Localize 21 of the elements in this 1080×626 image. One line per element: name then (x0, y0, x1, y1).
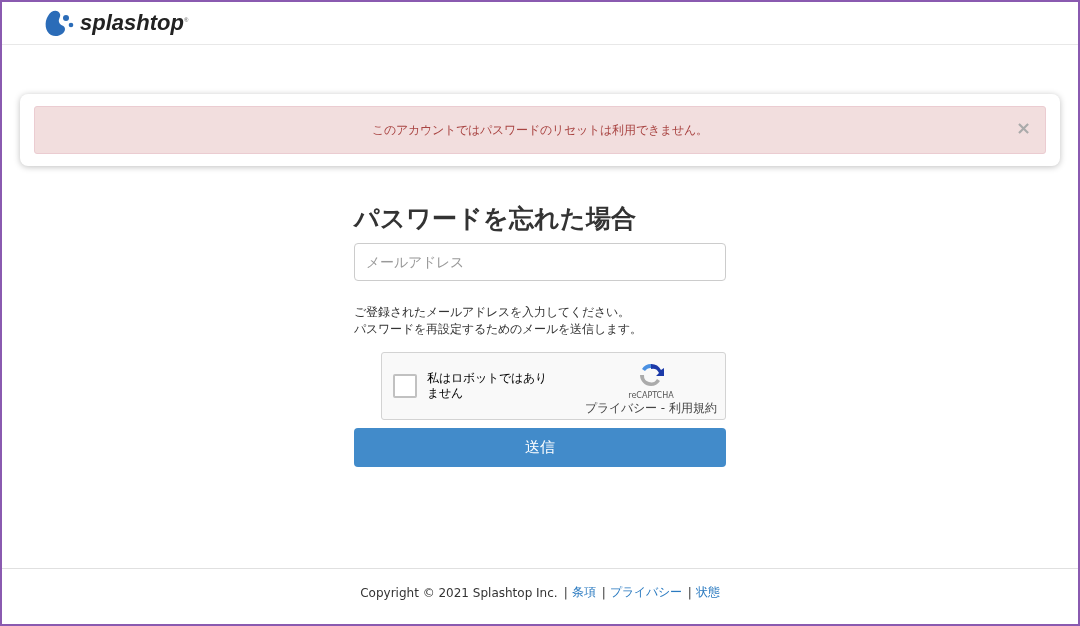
captcha-checkbox[interactable] (393, 374, 417, 398)
instruction-text: パスワードを再設定するためのメールを送信します。 (354, 321, 643, 338)
separator-text: - (660, 401, 666, 415)
alert-message: このアカウントではパスワードのリセットは利用できません。 (372, 121, 708, 139)
footer-link[interactable]: プライバシー (609, 584, 682, 601)
email-field[interactable]: メールアドレス (354, 243, 726, 281)
separator-text: | (563, 585, 568, 600)
recaptcha-brand: reCAPTCHA (628, 391, 674, 400)
page-title: パスワードを忘れた場合 (354, 203, 637, 235)
submit-button[interactable]: 送信 (354, 428, 726, 467)
separator-text: | (601, 585, 606, 600)
footer-link[interactable]: 状態 (695, 584, 720, 601)
copyright-text: Copyright © 2021 Splashtop Inc. (360, 585, 558, 600)
terms-link[interactable]: 利用規約 (669, 401, 717, 415)
separator-text: | (687, 585, 692, 600)
footer-link[interactable]: 条項 (571, 584, 596, 601)
privacy-link[interactable]: プライバシー (585, 401, 657, 415)
recaptcha-logo-icon (637, 361, 665, 389)
captcha-label: 私はロボットではありません (427, 371, 548, 401)
instruction-text: ご登録されたメールアドレスを入力してください。 (354, 304, 631, 321)
logo-wordmark: splashtop$^{®}$ (80, 10, 189, 36)
